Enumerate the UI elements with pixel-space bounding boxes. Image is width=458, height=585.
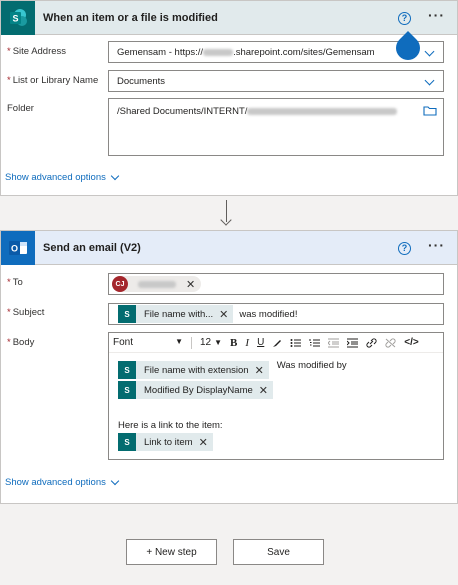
sharepoint-icon: S <box>118 433 136 451</box>
body-editor[interactable]: Font ▼ 12 ▼ B I U </> S File name with ext… <box>108 332 444 460</box>
token-label: Modified By DisplayName <box>144 384 253 396</box>
to-label: * To <box>7 277 23 288</box>
increase-indent-icon[interactable] <box>347 338 359 348</box>
recipient-token[interactable]: CJ ✕ <box>112 276 202 292</box>
subject-label: * Subject <box>7 307 45 318</box>
dynamic-content-token[interactable]: S File name with... ✕ <box>118 305 234 323</box>
site-address-value-prefix: Gemensam - https:// <box>117 47 204 58</box>
folder-value: /Shared Documents/INTERNT/ <box>117 106 248 117</box>
unlink-icon[interactable] <box>385 337 396 348</box>
svg-text:S: S <box>12 13 18 23</box>
sharepoint-icon: S <box>118 305 136 323</box>
subject-field[interactable]: S File name with... ✕ was modified! <box>108 303 444 325</box>
remove-icon[interactable]: ✕ <box>186 278 195 291</box>
chevron-down-icon[interactable] <box>424 75 435 86</box>
subject-text: was modified! <box>239 308 298 320</box>
new-step-button[interactable]: + New step <box>126 539 217 565</box>
trigger-card: S When an item or a file is modified ? ·… <box>0 0 458 196</box>
body-text: Here is a link to the item: <box>118 420 223 431</box>
bulleted-list-icon[interactable] <box>290 338 302 348</box>
dynamic-content-token[interactable]: S File name with extension ✕ <box>118 361 269 379</box>
to-field[interactable]: CJ ✕ <box>108 273 444 295</box>
site-address-field[interactable]: Gemensam - https:// .sharepoint.com/sites… <box>108 41 444 63</box>
svg-text:O: O <box>11 243 18 253</box>
folder-label: Folder <box>7 103 34 114</box>
sharepoint-icon: S <box>118 381 136 399</box>
dynamic-content-token[interactable]: S Modified By DisplayName ✕ <box>118 381 273 399</box>
remove-icon[interactable]: ✕ <box>199 436 208 449</box>
numbered-list-icon[interactable] <box>309 338 321 348</box>
font-size-select[interactable]: 12 ▼ <box>200 337 222 348</box>
avatar: CJ <box>112 276 128 292</box>
link-icon[interactable] <box>366 337 377 348</box>
help-icon[interactable]: ? <box>398 12 411 25</box>
separator <box>191 336 192 349</box>
token-label: Link to item <box>144 436 193 448</box>
decrease-indent-icon[interactable] <box>328 338 340 348</box>
list-value: Documents <box>117 76 166 87</box>
highlight-pen-icon[interactable] <box>272 338 282 348</box>
remove-icon[interactable]: ✕ <box>219 308 228 321</box>
formatting-toolbar: Font ▼ 12 ▼ B I U </> <box>109 333 443 353</box>
redacted-text <box>138 280 176 288</box>
token-label: File name with... <box>144 308 214 320</box>
body-label: * Body <box>7 337 35 348</box>
redacted-text <box>247 107 398 115</box>
token-label: File name with extension <box>144 364 249 376</box>
chevron-down-icon[interactable] <box>424 46 435 57</box>
trigger-header[interactable]: S When an item or a file is modified ? ·… <box>1 0 457 35</box>
redacted-text <box>203 48 234 56</box>
bold-icon[interactable]: B <box>230 337 237 349</box>
list-field[interactable]: Documents <box>108 70 444 92</box>
show-advanced-options-link[interactable]: Show advanced options <box>5 171 120 183</box>
font-select[interactable]: Font ▼ <box>113 337 183 348</box>
chevron-down-icon <box>110 171 120 180</box>
remove-icon[interactable]: ✕ <box>259 384 268 397</box>
outlook-icon: O <box>1 230 35 265</box>
folder-icon[interactable] <box>423 105 437 116</box>
italic-icon[interactable]: I <box>245 337 249 349</box>
underline-icon[interactable]: U <box>257 337 264 348</box>
trigger-title: When an item or a file is modified <box>43 11 218 24</box>
email-title: Send an email (V2) <box>43 241 141 254</box>
chevron-down-icon <box>110 476 120 485</box>
email-card: O Send an email (V2) ? ··· * To CJ ✕ * Sub… <box>0 230 458 504</box>
remove-icon[interactable]: ✕ <box>255 364 264 377</box>
sharepoint-icon: S <box>118 361 136 379</box>
email-header[interactable]: O Send an email (V2) ? ··· <box>1 230 457 265</box>
site-address-value-suffix: .sharepoint.com/sites/Gemensam <box>233 47 375 58</box>
body-text: Was modified by <box>276 360 347 371</box>
show-advanced-options-link[interactable]: Show advanced options <box>5 476 120 488</box>
folder-field[interactable]: /Shared Documents/INTERNT/ <box>108 98 444 156</box>
help-icon[interactable]: ? <box>398 242 411 255</box>
more-options-icon[interactable]: ··· <box>428 8 445 22</box>
site-address-label: * Site Address <box>7 46 67 57</box>
save-button[interactable]: Save <box>233 539 324 565</box>
sharepoint-icon: S <box>1 0 35 35</box>
more-options-icon[interactable]: ··· <box>428 238 445 252</box>
code-view-icon[interactable]: </> <box>404 337 418 348</box>
arrow-down-icon <box>220 214 232 226</box>
list-label: * List or Library Name <box>7 75 99 86</box>
dynamic-content-token[interactable]: S Link to item ✕ <box>118 433 213 451</box>
